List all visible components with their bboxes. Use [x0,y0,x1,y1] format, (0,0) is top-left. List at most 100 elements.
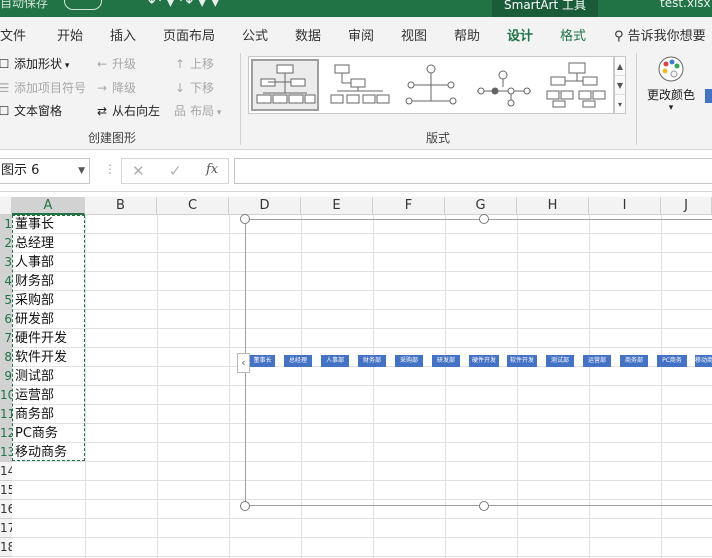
right-to-left-label: 从右向左 [112,104,161,118]
resize-handle[interactable] [240,501,250,511]
row-header[interactable]: 9 [0,367,12,386]
resize-handle[interactable] [479,214,489,224]
row-header[interactable]: 10 [0,386,12,405]
change-colors-label: 更改颜色 [646,88,695,102]
text-pane-button[interactable]: ☐ 文本窗格 [0,102,62,119]
move-up-button[interactable]: ↑ 上移 [172,55,214,72]
smartart-node[interactable]: 硬件开发 [469,355,499,367]
promote-button[interactable]: ← 升级 [94,55,136,72]
right-to-left-button[interactable]: ⇄ 从右向左 [94,102,160,119]
tell-me-search[interactable]: ⚲ 告诉我你想要 [614,25,706,44]
column-header-b[interactable]: B [85,197,157,215]
tab-page-layout[interactable]: 页面布局 [163,25,215,44]
smartart-node[interactable]: 财务部 [358,355,386,367]
chevron-down-icon: ▾ [214,108,222,118]
add-bullet-button[interactable]: ☰ 添加项目符号 [0,79,86,96]
add-shape-label: 添加形状 [14,57,63,71]
row-header[interactable]: 15 [0,481,12,500]
horizontal-hierarchy-layout-thumb[interactable] [469,59,537,111]
tab-help[interactable]: 帮助 [454,25,480,44]
labeled-hierarchy-icon [546,62,606,108]
column-header-a[interactable]: A [12,197,85,215]
tab-home[interactable]: 开始 [57,25,83,44]
smartart-node[interactable]: PC商务 [657,355,687,367]
row-header[interactable]: 2 [0,234,12,253]
circle-hierarchy-layout-thumb[interactable] [397,59,465,111]
row-header[interactable]: 3 [0,253,12,272]
gallery-scroll-up-icon[interactable]: ▲ [615,57,625,76]
autosave-toggle[interactable] [64,0,102,10]
demote-button[interactable]: → 降级 [94,79,136,96]
row-header[interactable]: 13 [0,443,12,462]
group-divider [240,53,241,145]
layout-button[interactable]: 品布局 ▾ [172,102,221,119]
tab-format[interactable]: 格式 [560,25,586,44]
text-pane-toggle[interactable]: ‹ [237,353,250,373]
column-header-f[interactable]: F [373,197,445,215]
more-icon[interactable]: ⋮ [104,162,116,176]
column-header-e[interactable]: E [301,197,373,215]
column-header-d[interactable]: D [229,197,301,215]
file-name: test.xlsx [660,0,711,10]
row-header[interactable]: 18 [0,538,12,557]
row-header[interactable]: 16 [0,500,12,519]
undo-icon[interactable]: ↶ ▾ ↷ ▾ ▾ [148,0,219,11]
resize-handle[interactable] [479,501,489,511]
gallery-more-icon[interactable]: ▾ [615,95,625,114]
column-header-c[interactable]: C [157,197,229,215]
smartart-node[interactable]: 商务部 [620,355,648,367]
add-shape-button[interactable]: ☐ 添加形状 ▾ [0,55,69,72]
row-header[interactable]: 12 [0,424,12,443]
tab-design[interactable]: 设计 [504,25,536,51]
move-down-button[interactable]: ↓ 下移 [172,79,214,96]
insert-function-icon[interactable]: fx [206,162,218,177]
row-header[interactable]: 8 [0,348,12,367]
tab-review[interactable]: 审阅 [348,25,374,44]
formula-input[interactable] [234,158,712,184]
column-header-g[interactable]: G [445,197,517,215]
smartart-node[interactable]: 软件开发 [507,355,537,367]
smartart-node[interactable]: 董事长 [250,355,275,367]
org-chart-layout-thumb[interactable] [251,59,319,111]
column-header-j[interactable]: J [661,197,712,215]
gallery-scrollbar[interactable]: ▲ ▼ ▾ [614,56,626,114]
cancel-icon[interactable]: ✕ [132,162,145,180]
row-header[interactable]: 11 [0,405,12,424]
change-colors-button[interactable]: 更改颜色 ▾ [646,55,696,113]
layout-gallery [248,56,614,114]
row-header[interactable]: 17 [0,519,12,538]
row-header[interactable]: 5 [0,291,12,310]
resize-handle[interactable] [240,214,250,224]
autosave-label: 自动保存 [0,0,49,10]
chevron-down-icon[interactable]: ▼ [78,159,85,183]
row-header[interactable]: 14 [0,462,12,481]
smartart-node[interactable]: 移动商务 [695,355,712,367]
row-header[interactable]: 1 [0,215,12,234]
text-pane-icon: ☐ [0,104,10,118]
smartart-node[interactable]: 人事部 [321,355,349,367]
smartart-node[interactable]: 采购部 [395,355,423,367]
name-box[interactable]: 图示 6 ▼ [0,158,90,184]
row-header[interactable]: 6 [0,310,12,329]
smartart-node[interactable]: 研发部 [432,355,460,367]
tab-data[interactable]: 数据 [295,25,321,44]
style-preview[interactable] [705,89,712,103]
smartart-node[interactable]: 测试部 [546,355,574,367]
labeled-hierarchy-layout-thumb[interactable] [541,59,609,111]
row-header[interactable]: 4 [0,272,12,291]
hierarchy-layout-thumb[interactable] [325,59,393,111]
gallery-scroll-down-icon[interactable]: ▼ [615,76,625,95]
row-header[interactable]: 7 [0,329,12,348]
hierarchy-icon [330,64,390,104]
smartart-node[interactable]: 运营部 [583,355,611,367]
tab-file[interactable]: 文件 [0,25,26,44]
smartart-node[interactable]: 总经理 [284,355,312,367]
group-divider [636,53,637,145]
tab-insert[interactable]: 插入 [110,25,136,44]
column-header-i[interactable]: I [589,197,661,215]
select-all-corner[interactable] [0,197,12,215]
column-header-h[interactable]: H [517,197,589,215]
enter-icon[interactable]: ✓ [169,162,182,180]
tab-formulas[interactable]: 公式 [242,25,268,44]
tab-view[interactable]: 视图 [401,25,427,44]
